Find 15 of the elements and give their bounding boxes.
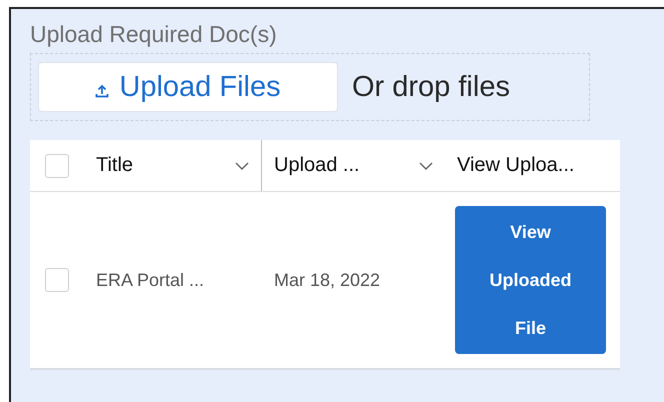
upload-icon bbox=[95, 84, 110, 98]
chevron-down-icon[interactable] bbox=[235, 162, 249, 170]
row-checkbox[interactable] bbox=[45, 268, 69, 292]
chevron-down-icon[interactable] bbox=[419, 162, 433, 170]
select-all-checkbox[interactable] bbox=[45, 154, 69, 178]
view-file-button[interactable]: View Uploaded File bbox=[455, 206, 606, 354]
drop-hint: Or drop files bbox=[352, 70, 510, 104]
section-title: Upload Required Doc(s) bbox=[30, 20, 278, 49]
table-cell: Mar 18, 2022 bbox=[274, 270, 380, 290]
upload-files-button[interactable]: Upload Files bbox=[38, 62, 338, 112]
table-cell: ERA Portal ... bbox=[96, 270, 204, 290]
drop-zone[interactable]: Upload Files Or drop files bbox=[30, 53, 590, 121]
column-header[interactable]: Title bbox=[96, 154, 134, 177]
column-header[interactable]: View Uploa... bbox=[457, 154, 574, 177]
column-header[interactable]: Upload ... bbox=[274, 154, 360, 177]
